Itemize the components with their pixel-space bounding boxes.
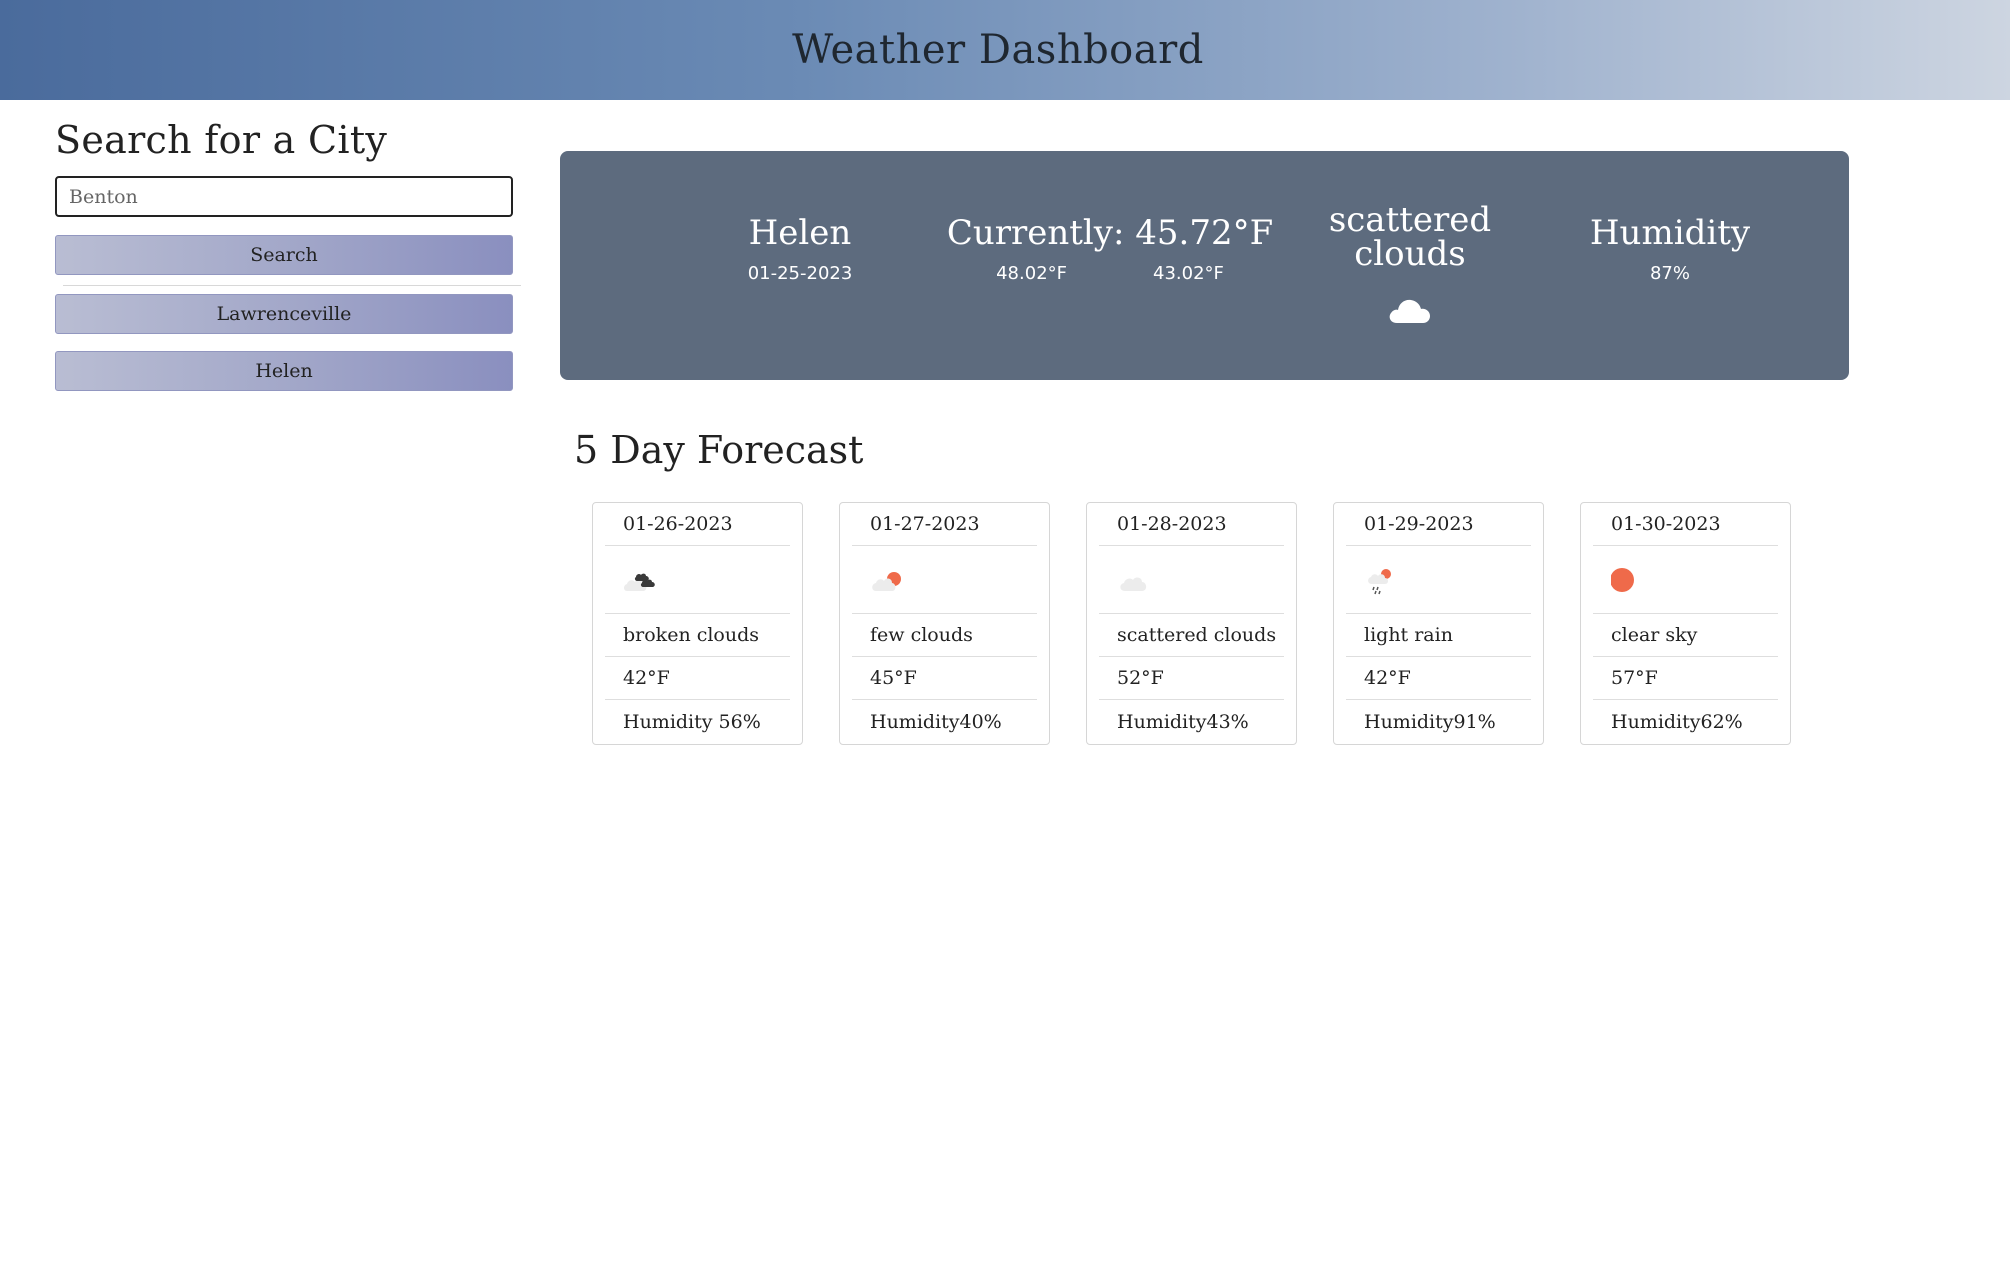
history-button-helen[interactable]: Helen	[55, 351, 513, 391]
search-button[interactable]: Search	[55, 235, 513, 275]
humidity-value: 87%	[1649, 263, 1690, 284]
forecast-temp: 52°F	[1099, 657, 1284, 700]
forecast-card: 01-28-2023 scattered clouds 52°F Humidit…	[1086, 502, 1297, 745]
few-clouds-icon	[872, 571, 901, 591]
broken-clouds-icon	[624, 573, 655, 591]
forecast-card: 01-26-2023 broken clouds 42°F Humidity 5…	[592, 502, 803, 745]
forecast-desc: few clouds	[852, 614, 1037, 657]
forecast-card: 01-27-2023 few clouds 45°F Humidity40%	[839, 502, 1050, 745]
forecast-date: 01-29-2023	[1346, 503, 1531, 546]
forecast-icon-cell	[605, 546, 790, 614]
forecast-date: 01-28-2023	[1099, 503, 1284, 546]
current-city-block: Helen 01-25-2023	[660, 215, 940, 284]
current-city: Helen	[748, 213, 852, 253]
current-desc-line1: scattered	[1328, 200, 1492, 240]
humidity-label: Humidity	[1589, 213, 1751, 253]
city-search-input[interactable]	[55, 176, 513, 217]
forecast-desc: scattered clouds	[1099, 614, 1284, 657]
forecast-temp: 42°F	[605, 657, 790, 700]
forecast-date: 01-26-2023	[605, 503, 790, 546]
forecast-humidity: Humidity91%	[1364, 710, 1496, 733]
forecast-desc: light rain	[1346, 614, 1531, 657]
current-temp: Currently: 45.72°F	[946, 213, 1274, 253]
history-button-lawrenceville[interactable]: Lawrenceville	[55, 294, 513, 334]
forecast-date: 01-27-2023	[852, 503, 1037, 546]
current-desc-block: scattered clouds	[1270, 203, 1550, 325]
forecast-temp: 42°F	[1346, 657, 1531, 700]
forecast-temp: 57°F	[1593, 657, 1778, 700]
forecast-card: 01-29-2023 light rain 42°F Humidity91%	[1333, 502, 1544, 745]
current-temp-block: Currently: 45.72°F 48.02°F 43.02°F	[920, 215, 1300, 284]
current-desc-line2: clouds	[1354, 234, 1466, 274]
forecast-card: 01-30-2023 clear sky 57°F Humidity62%	[1580, 502, 1791, 745]
clear-sky-icon	[1611, 567, 1634, 592]
forecast-temp: 45°F	[852, 657, 1037, 700]
sidebar-divider	[63, 285, 521, 286]
forecast-desc: broken clouds	[605, 614, 790, 657]
forecast-humidity: Humidity43%	[1117, 710, 1249, 733]
forecast-icon-cell	[1593, 546, 1778, 614]
current-humidity-block: Humidity 87%	[1520, 215, 1820, 284]
forecast-icon-cell	[1346, 546, 1531, 614]
current-date: 01-25-2023	[747, 263, 853, 284]
app-header: Weather Dashboard	[0, 0, 2010, 100]
forecast-humidity: Humidity40%	[870, 710, 1002, 733]
temp-range: 48.02°F 43.02°F	[920, 263, 1300, 284]
forecast-icon-cell	[852, 546, 1037, 614]
page-title: Weather Dashboard	[792, 27, 1204, 73]
forecast-title: 5 Day Forecast	[574, 428, 864, 472]
temp-high: 48.02°F	[996, 263, 1067, 284]
forecast-date: 01-30-2023	[1593, 503, 1778, 546]
forecast-humidity: Humidity62%	[1611, 710, 1743, 733]
forecast-humidity: Humidity 56%	[623, 710, 761, 733]
forecast-icon-cell	[1099, 546, 1284, 614]
search-heading: Search for a City	[55, 118, 388, 162]
temp-low: 43.02°F	[1153, 263, 1224, 284]
cloud-icon	[1389, 299, 1430, 323]
search-sidebar: Search for a City Search Lawrenceville H…	[55, 118, 525, 408]
forecast-desc: clear sky	[1593, 614, 1778, 657]
scattered-clouds-icon	[1120, 577, 1147, 591]
current-weather-panel: Helen 01-25-2023 Currently: 45.72°F 48.0…	[560, 151, 1849, 380]
light-rain-icon	[1368, 568, 1391, 594]
